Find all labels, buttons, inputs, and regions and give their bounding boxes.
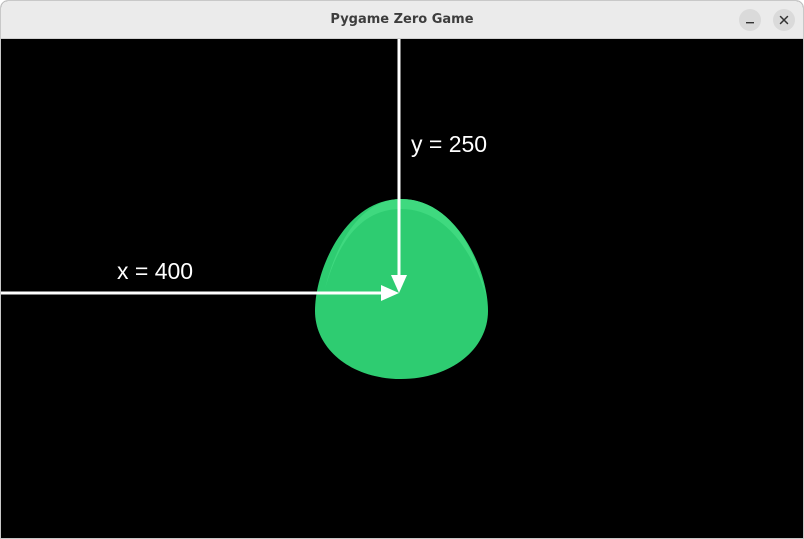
game-scene: x = 400 y = 250	[1, 39, 488, 379]
game-canvas[interactable]: x = 400 y = 250	[1, 39, 803, 538]
green-blob-sprite[interactable]	[315, 199, 488, 379]
window-title: Pygame Zero Game	[330, 12, 474, 27]
title-bar[interactable]: Pygame Zero Game	[1, 1, 803, 39]
blob-body	[315, 199, 488, 379]
x-coordinate-label: x = 400	[117, 258, 193, 284]
minimize-button[interactable]	[739, 9, 761, 31]
app-window: Pygame Zero Game x = 400 y = 250	[0, 0, 804, 539]
y-coordinate-label: y = 250	[411, 131, 487, 157]
minimize-icon	[746, 22, 754, 24]
close-icon	[779, 15, 789, 25]
close-button[interactable]	[773, 9, 795, 31]
